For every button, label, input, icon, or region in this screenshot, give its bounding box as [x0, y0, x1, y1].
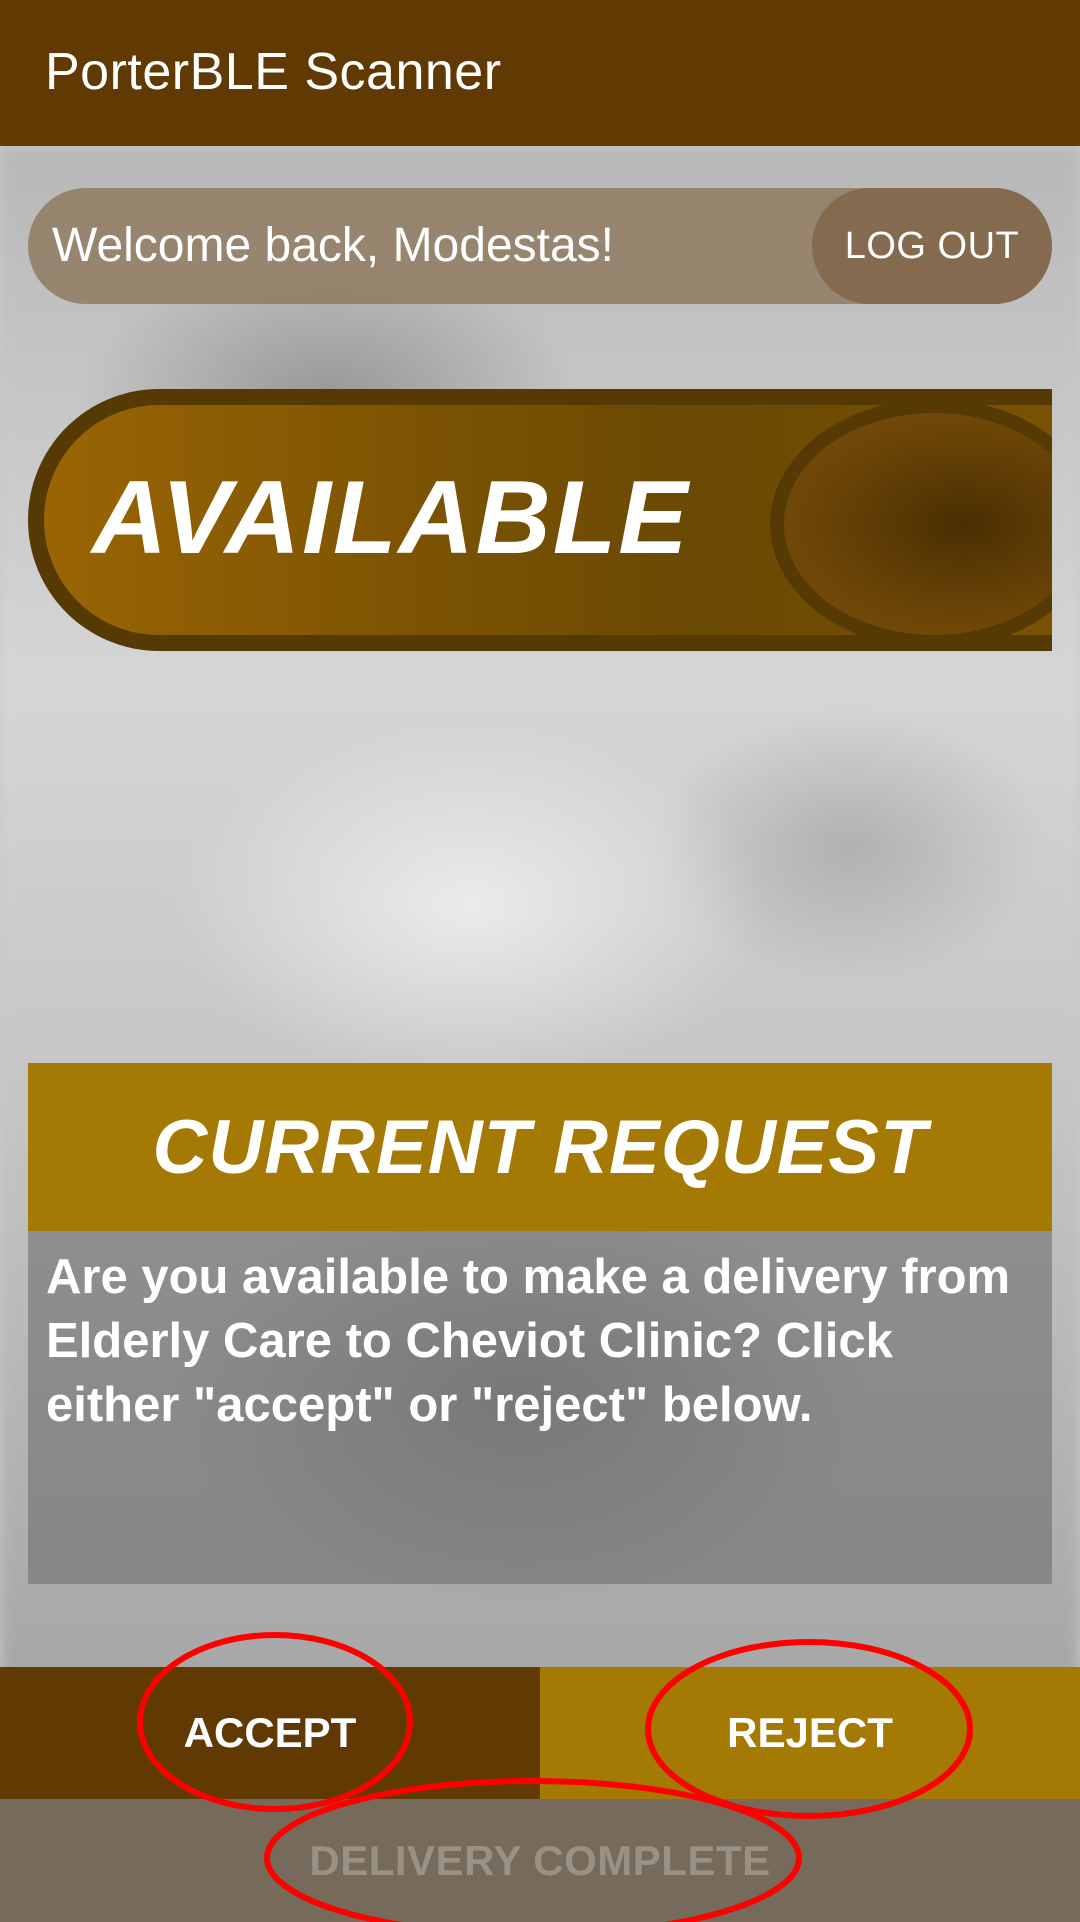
app-bar: PorterBLE Scanner [0, 0, 1080, 146]
reject-button[interactable]: REJECT [540, 1667, 1080, 1799]
welcome-banner: Welcome back, Modestas! LOG OUT [28, 188, 1052, 304]
availability-toggle[interactable]: AVAILABLE [28, 389, 1052, 651]
welcome-message: Welcome back, Modestas! [52, 219, 615, 272]
current-request-body: Are you available to make a delivery fro… [28, 1231, 1052, 1584]
availability-label: AVAILABLE [92, 460, 690, 576]
accept-button[interactable]: ACCEPT [0, 1667, 540, 1799]
current-request-header: CURRENT REQUEST [28, 1063, 1052, 1231]
delivery-complete-button[interactable]: DELIVERY COMPLETE [0, 1799, 1080, 1922]
current-request-title: CURRENT REQUEST [152, 1104, 928, 1190]
logout-button[interactable]: LOG OUT [812, 188, 1052, 304]
app-title: PorterBLE Scanner [45, 43, 502, 101]
current-request-message: Are you available to make a delivery fro… [46, 1250, 1011, 1432]
